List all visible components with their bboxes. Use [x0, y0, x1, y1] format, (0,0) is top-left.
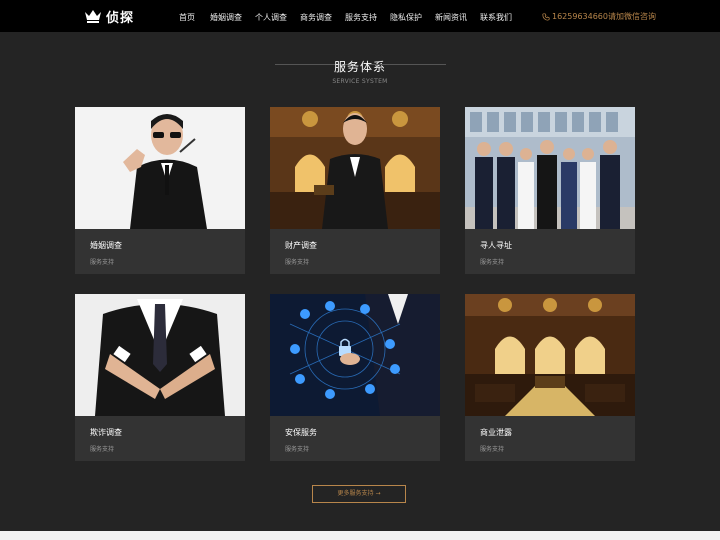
card-subtitle: 服务支持	[480, 259, 505, 266]
nav-contact[interactable]: 联系我们	[480, 12, 512, 23]
card-image	[465, 294, 635, 416]
logo[interactable]: 侦探	[84, 7, 135, 26]
nav-service[interactable]: 服务支持	[345, 12, 377, 23]
card-image	[270, 107, 440, 229]
phone-contact[interactable]: 16259634660请加微信咨询	[542, 11, 656, 22]
card-property[interactable]: 财产调查 服务支持	[270, 107, 440, 274]
nav-business[interactable]: 商务调查	[300, 12, 332, 23]
card-title: 安保服务	[285, 428, 317, 437]
card-subtitle: 服务支持	[480, 446, 505, 453]
footer-strip	[0, 531, 720, 540]
card-title: 寻人寻址	[480, 241, 512, 250]
nav-privacy[interactable]: 隐私保护	[390, 12, 422, 23]
section-subtitle: SERVICE SYSTEM	[332, 78, 388, 85]
nav-news[interactable]: 新闻资讯	[435, 12, 467, 23]
card-title: 财产调查	[285, 241, 317, 250]
card-marriage[interactable]: 婚姻调查 服务支持	[75, 107, 245, 274]
phone-icon	[542, 12, 550, 21]
courtroom-hall-image	[465, 294, 635, 416]
crossed-arms-image	[75, 294, 245, 416]
nav-personal[interactable]: 个人调查	[255, 12, 287, 23]
card-title: 商业泄露	[480, 428, 512, 437]
section-title: 服务体系	[333, 60, 386, 74]
card-security[interactable]: 安保服务 服务支持	[270, 294, 440, 461]
detective-sunglasses-image	[75, 107, 245, 229]
card-subtitle: 服务支持	[90, 446, 115, 453]
more-services-button[interactable]: 更多服务支持 →	[312, 485, 406, 503]
team-group-image	[465, 107, 635, 229]
crown-icon	[85, 10, 101, 23]
card-commercial-leak[interactable]: 商业泄露 服务支持	[465, 294, 635, 461]
nav-home[interactable]: 首页	[179, 12, 195, 23]
card-fraud[interactable]: 欺诈调查 服务支持	[75, 294, 245, 461]
card-subtitle: 服务支持	[285, 446, 310, 453]
card-subtitle: 服务支持	[90, 259, 115, 266]
card-image	[465, 107, 635, 229]
title-line-right	[368, 64, 446, 65]
card-title: 欺诈调查	[90, 428, 122, 437]
card-image	[75, 294, 245, 416]
digital-security-image	[270, 294, 440, 416]
card-subtitle: 服务支持	[285, 259, 310, 266]
logo-text: 侦探	[106, 10, 135, 26]
phone-text: 16259634660请加微信咨询	[552, 12, 656, 21]
top-header: 侦探 首页 婚姻调查 个人调查 商务调查 服务支持 隐私保护 新闻资讯 联系我们…	[0, 0, 720, 32]
nav-marriage[interactable]: 婚姻调查	[210, 12, 242, 23]
card-image	[75, 107, 245, 229]
card-image	[270, 294, 440, 416]
courtroom-lawyer-image	[270, 107, 440, 229]
card-person-search[interactable]: 寻人寻址 服务支持	[465, 107, 635, 274]
card-title: 婚姻调查	[90, 241, 122, 250]
